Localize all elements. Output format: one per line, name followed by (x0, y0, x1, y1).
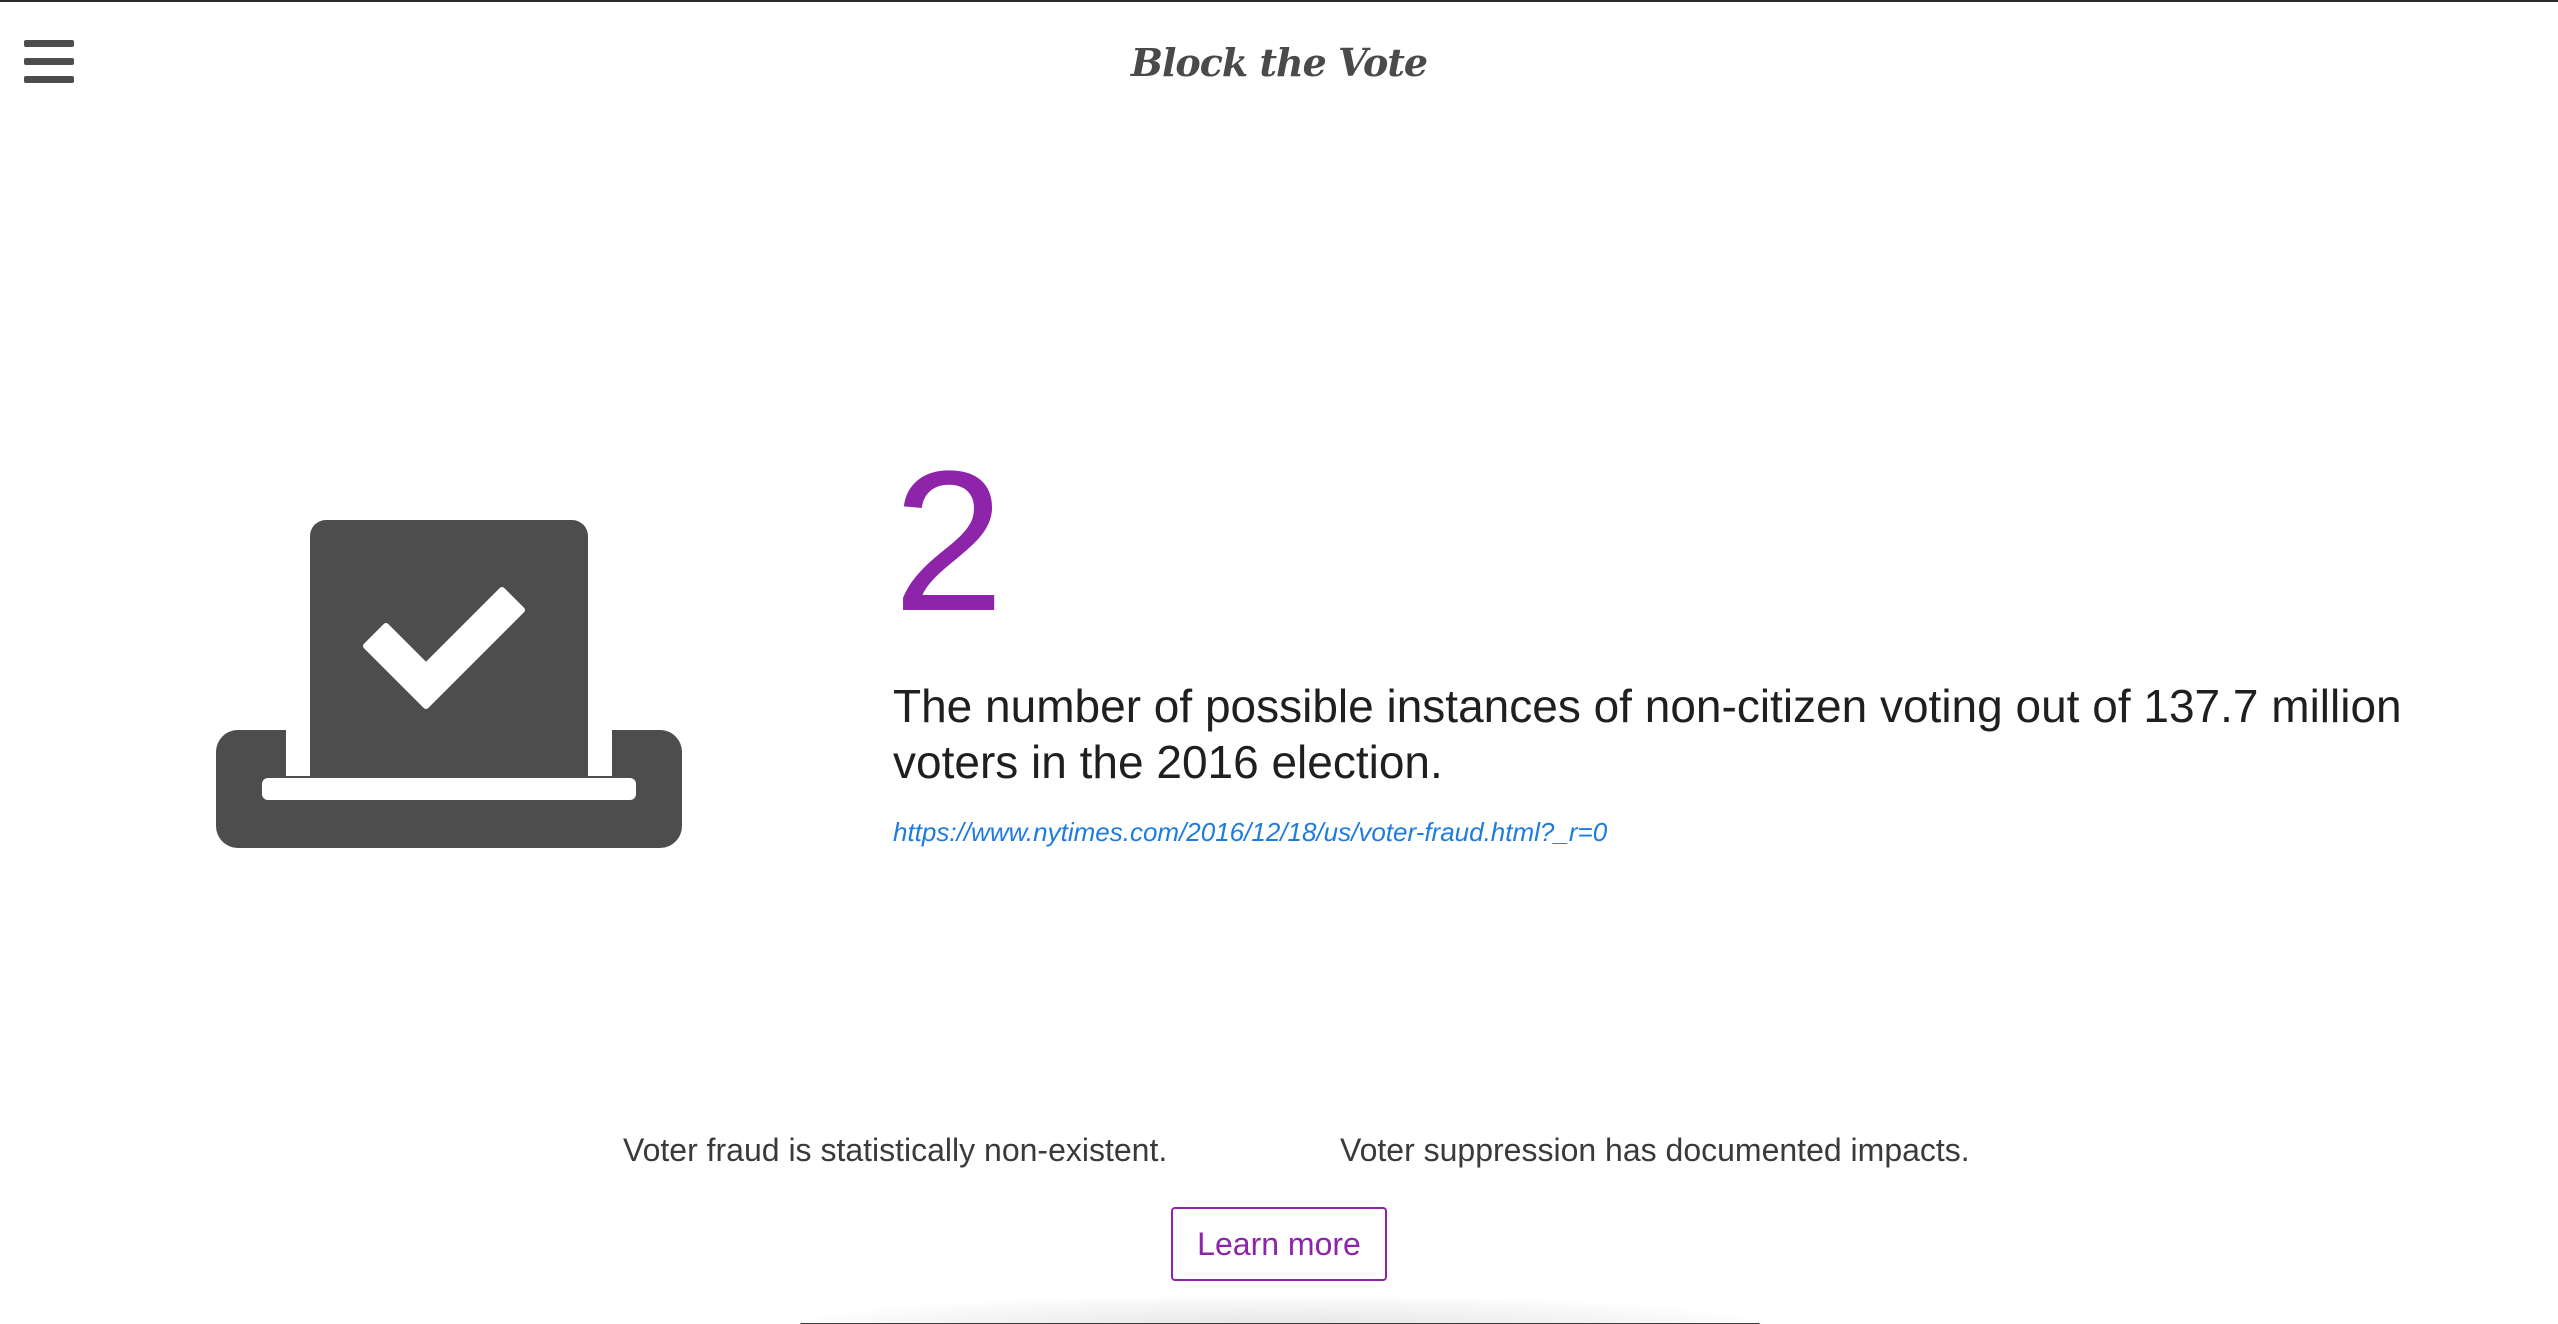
site-title: Block the Vote (1130, 40, 1428, 85)
claim-voter-fraud: Voter fraud is statistically non-existen… (623, 1132, 1168, 1168)
source-link[interactable]: https://www.nytimes.com/2016/12/18/us/vo… (893, 817, 1607, 848)
bottom-shadow (795, 1296, 1765, 1324)
stat-number: 2 (893, 430, 1005, 653)
claim-voter-suppression: Voter suppression has documented impacts… (1340, 1132, 1970, 1168)
learn-more-button[interactable]: Learn more (1171, 1207, 1387, 1281)
ballot-box-checkmark-icon (216, 520, 682, 848)
stat-description: The number of possible instances of non-… (893, 680, 2402, 788)
